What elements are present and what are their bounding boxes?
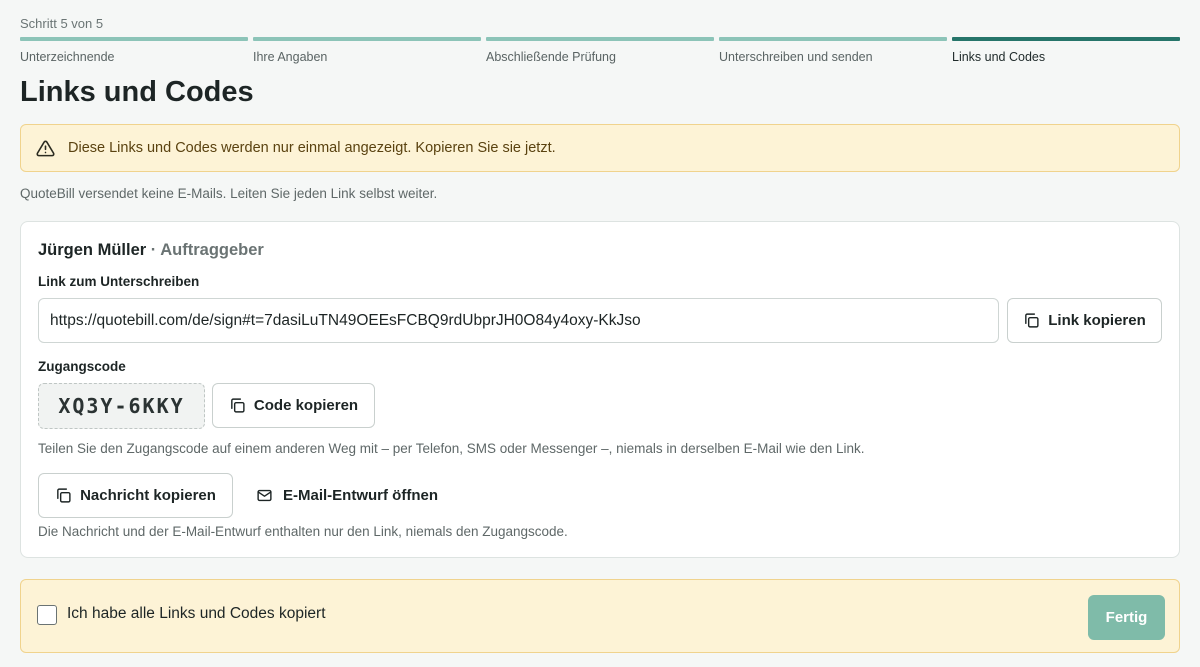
copy-link-label: Link kopieren	[1048, 312, 1146, 329]
step-label: Unterschreiben und senden	[719, 50, 873, 64]
confirm-checkbox-label[interactable]: Ich habe alle Links und Codes kopiert	[67, 605, 326, 623]
step-bar	[719, 37, 947, 41]
copy-code-button[interactable]: Code kopieren	[212, 383, 375, 428]
open-email-draft-label: E-Mail-Entwurf öffnen	[283, 486, 438, 504]
signer-heading: Jürgen Müller · Auftraggeber	[38, 241, 264, 260]
step-bar	[20, 37, 248, 41]
step-signers: Unterzeichnende	[20, 37, 248, 64]
done-button[interactable]: Fertig	[1088, 595, 1165, 640]
copy-message-button[interactable]: Nachricht kopieren	[38, 473, 233, 518]
step-links-and-codes: Links und Codes	[952, 37, 1180, 64]
page-title: Links und Codes	[20, 76, 254, 108]
step-your-details: Ihre Angaben	[253, 37, 481, 64]
warning-banner: Diese Links und Codes werden nur einmal …	[20, 124, 1180, 172]
step-label: Unterzeichnende	[20, 50, 115, 64]
access-code-hint: Teilen Sie den Zugangscode auf einem and…	[38, 441, 865, 456]
confirmation-bar: Ich habe alle Links und Codes kopiert Fe…	[20, 579, 1180, 653]
signer-separator: ·	[150, 241, 157, 259]
step-label: Abschließende Prüfung	[486, 50, 616, 64]
step-label: Links und Codes	[952, 50, 1046, 64]
mail-icon	[257, 489, 272, 501]
open-email-draft-button[interactable]: E-Mail-Entwurf öffnen	[256, 484, 438, 506]
confirm-checkbox[interactable]	[37, 605, 57, 625]
sign-link-label: Link zum Unterschreiben	[38, 274, 200, 289]
copy-icon	[1025, 313, 1039, 328]
message-hint: Die Nachricht und der E-Mail-Entwurf ent…	[38, 524, 568, 539]
signer-role: Auftraggeber	[160, 241, 264, 259]
progress-stepper: Unterzeichnende Ihre Angaben Abschließen…	[20, 37, 1180, 64]
step-label: Ihre Angaben	[253, 50, 328, 64]
signer-card: Jürgen Müller · Auftraggeber Link zum Un…	[20, 221, 1180, 558]
access-code-value: XQ3Y-6KKY	[38, 383, 205, 429]
step-sign-and-send: Unterschreiben und senden	[719, 37, 947, 64]
access-code-label: Zugangscode	[38, 359, 126, 374]
warning-text: Diese Links und Codes werden nur einmal …	[68, 140, 556, 156]
sign-link-field[interactable]	[38, 298, 999, 343]
warning-triangle-icon	[36, 138, 56, 158]
step-bar	[486, 37, 714, 41]
info-note: QuoteBill versendet keine E-Mails. Leite…	[20, 186, 438, 201]
step-bar	[253, 37, 481, 41]
copy-message-label: Nachricht kopieren	[80, 487, 216, 504]
copy-icon	[231, 398, 245, 413]
step-bar	[952, 37, 1180, 41]
step-counter: Schritt 5 von 5	[20, 16, 104, 31]
signer-name: Jürgen Müller	[38, 241, 147, 259]
copy-link-button[interactable]: Link kopieren	[1007, 298, 1162, 343]
copy-icon	[57, 488, 71, 503]
copy-code-label: Code kopieren	[253, 397, 359, 414]
step-final-review: Abschließende Prüfung	[486, 37, 714, 64]
